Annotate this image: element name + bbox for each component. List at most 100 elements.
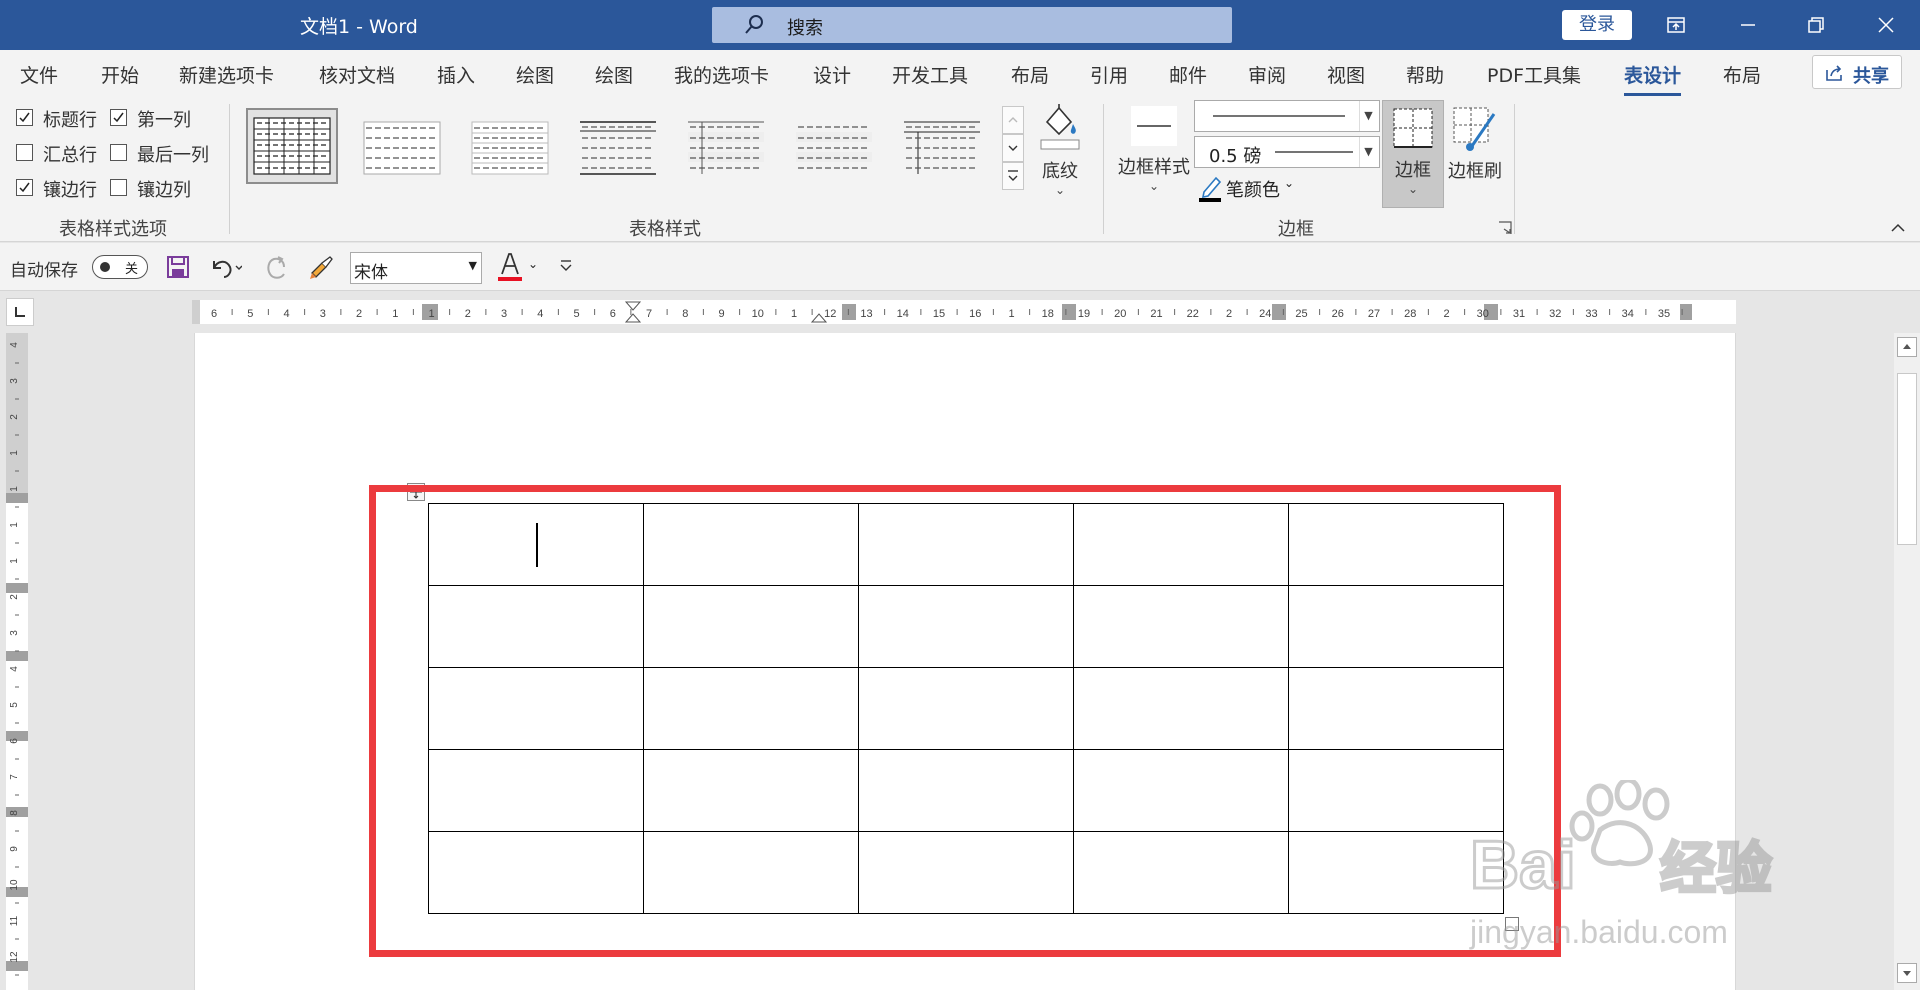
line-weight-dropdown[interactable]: 0.5 磅 ▼ <box>1194 136 1380 168</box>
minimize-button[interactable] <box>1718 0 1778 50</box>
quick-access-toolbar: 自动保存 关 宋体 ▼ ⌄ <box>0 243 1920 291</box>
scroll-thumb[interactable] <box>1897 373 1917 545</box>
ruler-tick-label: 2 <box>1226 308 1232 320</box>
tab-layout-2[interactable]: 布局 <box>1723 61 1761 88</box>
hanging-indent-marker <box>624 313 642 323</box>
tab-new-tab[interactable]: 新建选项卡 <box>179 61 274 88</box>
search-box[interactable]: 搜索 <box>712 7 1232 43</box>
undo-icon <box>213 260 243 278</box>
line-style-dropdown[interactable]: ▼ <box>1194 100 1380 132</box>
save-button[interactable] <box>166 255 190 283</box>
autosave-toggle[interactable]: 关 <box>92 255 148 279</box>
horizontal-ruler[interactable]: 6 5 4 3 2 1 1 2 3 4 5 6 7 8 9 10 1 12 13 14 15 16 1 18 19 20 21 22 2… <box>192 300 1736 324</box>
gallery-more-button[interactable] <box>1002 162 1024 190</box>
borders-label: 边框 <box>1395 160 1431 181</box>
font-color-button[interactable] <box>498 252 522 286</box>
tab-insert[interactable]: 插入 <box>437 61 475 88</box>
format-painter-button[interactable] <box>308 253 336 285</box>
borders-button[interactable]: 边框 ⌄ <box>1382 100 1444 208</box>
baidu-watermark: Bai 经验 jingyan.baidu.com <box>1469 777 1830 960</box>
borders-dialog-launcher[interactable] <box>1498 220 1512 239</box>
tab-references[interactable]: 引用 <box>1090 61 1128 88</box>
font-color-icon <box>498 253 522 281</box>
scroll-up-button[interactable] <box>1897 337 1917 357</box>
restore-button[interactable] <box>1786 0 1846 50</box>
ruler-tick-label: 5 <box>9 702 20 708</box>
table-style-plain-6[interactable] <box>896 108 988 184</box>
ruler-tick-label: 7 <box>9 774 20 780</box>
table-style-plain-2[interactable] <box>464 108 556 184</box>
shading-button[interactable]: 底纹 ⌄ <box>1030 100 1090 197</box>
tab-home[interactable]: 开始 <box>101 61 139 88</box>
ruler-tick-label: 12 <box>824 308 836 320</box>
share-icon <box>1826 65 1842 81</box>
chevron-down-icon: ⌄ <box>1148 179 1160 193</box>
vertical-scrollbar[interactable] <box>1894 333 1920 990</box>
ruler-tick-label: 33 <box>1585 308 1597 320</box>
redo-button[interactable] <box>264 255 290 285</box>
gallery-scroll-down-button[interactable] <box>1002 134 1024 162</box>
border-styles-button[interactable]: 边框样式 ⌄ <box>1116 104 1192 193</box>
ruler-row-marker <box>6 493 28 503</box>
collapse-ribbon-button[interactable] <box>1890 220 1906 239</box>
ruler-tick-label: 28 <box>1404 308 1416 320</box>
ruler-tick-label: 9 <box>718 308 724 320</box>
ruler-tick-label: 19 <box>1078 308 1090 320</box>
checkbox-label: 镶边行 <box>43 180 97 201</box>
table-style-plain-1[interactable] <box>356 108 448 184</box>
ruler-tick-label: 10 <box>9 879 20 891</box>
login-button[interactable]: 登录 <box>1562 10 1632 40</box>
undo-button[interactable] <box>208 255 243 283</box>
tab-check-document[interactable]: 核对文档 <box>319 61 395 88</box>
tab-draw-2[interactable]: 绘图 <box>595 61 633 88</box>
checkbox-label: 最后一列 <box>137 145 209 166</box>
font-name-dropdown[interactable]: 宋体 ▼ <box>350 252 482 284</box>
tab-review[interactable]: 审阅 <box>1248 61 1286 88</box>
tab-view[interactable]: 视图 <box>1327 61 1365 88</box>
ribbon-panel: 标题行 第一列 汇总行 最后一列 镶边行 镶边列 表格样式选项 底纹 ⌄ 表格样… <box>0 96 1920 242</box>
tab-mailings[interactable]: 邮件 <box>1169 61 1207 88</box>
ruler-tick-label: 2 <box>465 308 471 320</box>
checkbox-label: 标题行 <box>43 110 97 131</box>
table-style-plain-3[interactable] <box>572 108 664 184</box>
ruler-tick-label: 4 <box>537 308 543 320</box>
highlight-annotation <box>369 485 1561 957</box>
font-color-dropdown-arrow[interactable]: ⌄ <box>528 257 538 271</box>
table-style-grid[interactable] <box>246 108 338 184</box>
customize-toolbar-button[interactable] <box>558 257 574 277</box>
ruler-margin <box>192 300 200 324</box>
tab-design[interactable]: 设计 <box>813 61 851 88</box>
tab-developer[interactable]: 开发工具 <box>892 61 968 88</box>
tab-pdf-tools[interactable]: PDF工具集 <box>1487 61 1581 88</box>
borders-group-label: 边框 <box>1278 219 1314 240</box>
ruler-tick-label: 24 <box>1259 308 1271 320</box>
pen-color-button[interactable]: 笔颜色 ⌄ <box>1196 174 1316 204</box>
ruler-tick-label: 1 <box>9 486 20 492</box>
gallery-scroll-up-button[interactable] <box>1002 106 1024 134</box>
tab-help[interactable]: 帮助 <box>1406 61 1444 88</box>
ruler-tick-label: 22 <box>1187 308 1199 320</box>
ruler-column-marker <box>842 304 856 320</box>
ribbon-display-options-button[interactable] <box>1646 0 1706 50</box>
tab-layout-1[interactable]: 布局 <box>1011 61 1049 88</box>
vertical-ruler[interactable]: 432111123456789101112 <box>6 333 28 990</box>
group-separator <box>229 104 230 234</box>
ruler-row-marker <box>6 583 28 593</box>
share-button[interactable]: 共享 <box>1812 55 1902 89</box>
tab-table-design[interactable]: 表设计 <box>1624 61 1682 96</box>
table-style-plain-4[interactable] <box>680 108 772 184</box>
table-style-plain-5[interactable] <box>788 108 880 184</box>
tab-draw-1[interactable]: 绘图 <box>516 61 554 88</box>
close-button[interactable] <box>1856 0 1916 50</box>
border-painter-button[interactable]: 边框刷 <box>1446 104 1504 183</box>
tab-my-tab[interactable]: 我的选项卡 <box>674 61 769 88</box>
scroll-down-button[interactable] <box>1897 963 1917 983</box>
paint-bucket-icon <box>1040 104 1080 150</box>
ruler-tick-label: 4 <box>9 666 20 672</box>
ruler-tick-label: 34 <box>1622 308 1634 320</box>
ruler-tick-label: 1 <box>1008 308 1014 320</box>
tab-file[interactable]: 文件 <box>20 61 58 88</box>
checkbox-label: 镶边列 <box>137 180 191 201</box>
tab-selector[interactable] <box>6 298 34 326</box>
ruler-tick-label: 1 <box>791 308 797 320</box>
